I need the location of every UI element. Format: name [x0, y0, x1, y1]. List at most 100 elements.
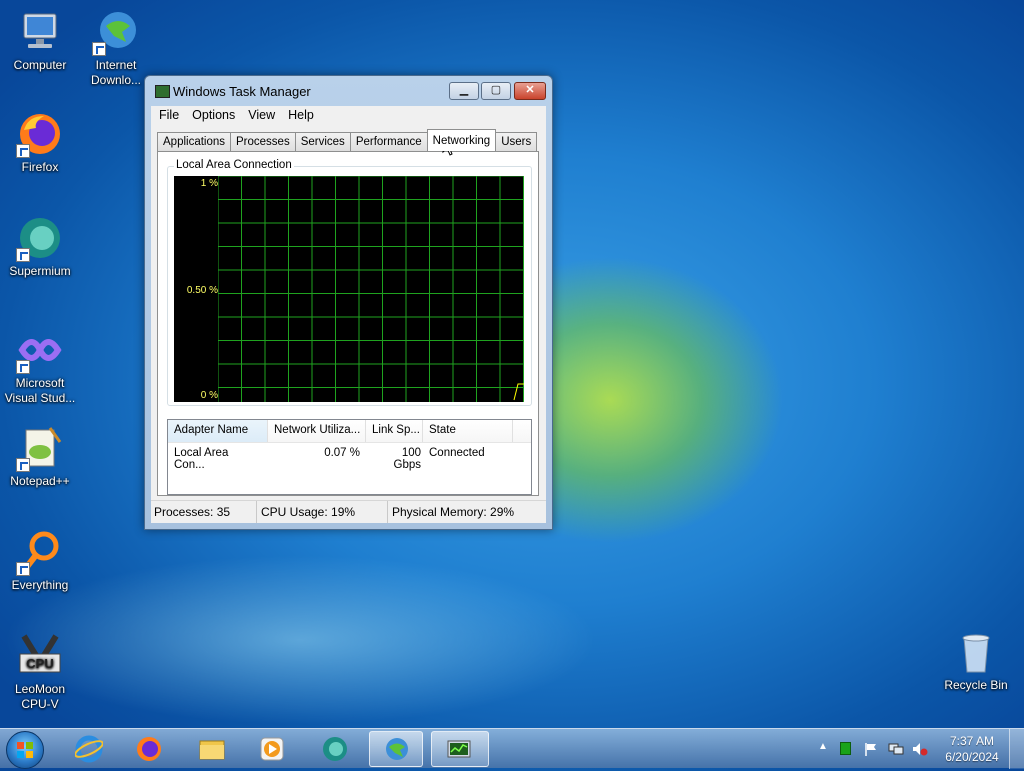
- supermium-icon: [16, 214, 64, 262]
- show-hidden-icons-button[interactable]: ▲: [818, 741, 832, 755]
- desktop-icon-visual-studio[interactable]: Microsoft Visual Stud...: [0, 326, 80, 406]
- tab-performance[interactable]: Performance: [349, 132, 428, 151]
- system-tray: ▲ 7:37 AM 6/20/2024: [804, 729, 1024, 769]
- maximize-button[interactable]: ▢: [481, 82, 511, 100]
- visual-studio-icon: [16, 326, 64, 374]
- file-explorer-icon: [199, 740, 225, 760]
- networking-panel: Local Area Connection 1 % 0.50 % 0 % Ada…: [157, 151, 539, 496]
- taskbar-firefox[interactable]: [122, 731, 176, 767]
- table-row[interactable]: Local Area Con... 0.07 % 100 Gbps Connec…: [168, 443, 531, 471]
- show-desktop-button[interactable]: [1009, 729, 1024, 769]
- media-player-icon: [260, 737, 284, 761]
- network-graph-group: Local Area Connection 1 % 0.50 % 0 %: [167, 159, 532, 406]
- start-button[interactable]: [6, 731, 44, 769]
- status-physical-memory: Physical Memory: 29%: [392, 505, 515, 519]
- volume-muted-icon[interactable]: [912, 742, 928, 756]
- menu-help[interactable]: Help: [282, 106, 321, 125]
- desktop-icon-label: Recycle Bin: [944, 678, 1008, 692]
- shortcut-arrow-icon: [16, 144, 30, 158]
- firefox-icon: [16, 110, 64, 158]
- status-bar: Processes: 35 CPU Usage: 19% Physical Me…: [151, 500, 546, 523]
- minimize-button[interactable]: ▁: [449, 82, 479, 100]
- menu-options[interactable]: Options: [186, 106, 242, 125]
- state-cell: Connected: [429, 447, 485, 459]
- column-state[interactable]: State: [423, 420, 513, 442]
- close-icon: ✕: [525, 84, 535, 96]
- windows-logo-icon: [17, 742, 33, 758]
- desktop-icon-recycle-bin[interactable]: Recycle Bin: [936, 628, 1016, 693]
- notepad-plus-plus-icon: [16, 424, 64, 472]
- adapter-list[interactable]: Adapter Name Network Utiliza... Link Sp.…: [167, 419, 532, 495]
- link-speed-cell: 100 Gbps: [393, 447, 422, 471]
- status-cpu-usage: CPU Usage: 19%: [257, 501, 388, 523]
- y-label-bottom: 0 %: [200, 390, 218, 401]
- shortcut-arrow-icon: [16, 360, 30, 374]
- tab-processes[interactable]: Processes: [230, 132, 296, 151]
- column-adapter-name[interactable]: Adapter Name: [168, 420, 268, 442]
- taskbar-media-player[interactable]: [245, 731, 299, 767]
- svg-text:CPU: CPU: [26, 656, 53, 671]
- desktop-icon-label: Firefox: [21, 160, 59, 174]
- action-center-flag-icon[interactable]: [864, 742, 878, 756]
- leomoon-cpu-v-icon: CPU: [16, 632, 64, 680]
- taskbar-supermium[interactable]: [308, 731, 362, 767]
- desktop-icon-supermium[interactable]: Supermium: [0, 214, 80, 279]
- taskbar-file-explorer[interactable]: [185, 731, 239, 767]
- internet-explorer-icon: [75, 735, 103, 763]
- minimize-icon: ▁: [459, 84, 469, 96]
- desktop-icon-label: Internet Downlo...: [90, 58, 142, 87]
- network-icon[interactable]: [888, 742, 904, 756]
- desktop-icon-computer[interactable]: Computer: [0, 8, 80, 73]
- graph-plot: [218, 176, 524, 402]
- tab-applications[interactable]: Applications: [157, 132, 232, 151]
- desktop-icon-notepad-plus-plus[interactable]: Notepad++: [0, 424, 80, 489]
- window-title: Windows Task Manager: [173, 84, 311, 99]
- network-utilization-graph: 1 % 0.50 % 0 %: [174, 176, 524, 402]
- network-utilization-cell: 0.07 %: [324, 447, 360, 459]
- internet-download-manager-icon: [386, 738, 408, 760]
- tab-services[interactable]: Services: [294, 132, 351, 151]
- tab-networking[interactable]: Networking: [426, 129, 497, 151]
- title-bar[interactable]: Windows Task Manager ▁ ▢ ✕: [145, 76, 552, 106]
- menu-file[interactable]: File: [153, 106, 186, 125]
- recycle-bin-icon: [952, 628, 1000, 676]
- task-manager-icon: [447, 740, 471, 758]
- taskbar-internet-explorer[interactable]: [62, 731, 116, 767]
- column-filler: [513, 420, 531, 442]
- menu-view[interactable]: View: [242, 106, 282, 125]
- desktop-icon-label: Computer: [13, 58, 67, 72]
- taskbar-task-manager[interactable]: [431, 731, 489, 767]
- adapter-name-cell: Local Area Con...: [174, 447, 229, 471]
- clock-date: 6/20/2024: [945, 750, 999, 764]
- tab-users[interactable]: Users: [495, 132, 538, 151]
- desktop-icon-leomoon-cpu-v[interactable]: CPU LeoMoon CPU-V: [0, 632, 80, 712]
- computer-icon: [16, 8, 64, 56]
- y-label-top: 1 %: [200, 178, 218, 189]
- shortcut-arrow-icon: [92, 42, 106, 56]
- clock-time: 7:37 AM: [949, 734, 995, 748]
- maximize-icon: ▢: [490, 84, 502, 96]
- column-network-utilization[interactable]: Network Utiliza...: [268, 420, 366, 442]
- desktop-icon-internet-download-manager[interactable]: Internet Downlo...: [76, 8, 156, 88]
- desktop-icon-label: Microsoft Visual Stud...: [4, 376, 76, 405]
- close-button[interactable]: ✕: [514, 82, 546, 100]
- tab-strip: Applications Processes Services Performa…: [157, 129, 538, 151]
- firefox-icon: [137, 737, 161, 761]
- taskbar: ▲ 7:37 AM 6/20/2024: [0, 728, 1024, 769]
- window-client: File Options View Help Applications Proc…: [151, 106, 546, 523]
- task-manager-window[interactable]: Windows Task Manager ▁ ▢ ✕ File Options …: [144, 75, 553, 530]
- desktop-icon-label: LeoMoon CPU-V: [14, 682, 66, 711]
- y-label-middle: 0.50 %: [186, 285, 218, 296]
- shortcut-arrow-icon: [16, 458, 30, 472]
- internet-download-manager-icon: [92, 8, 140, 56]
- column-link-speed[interactable]: Link Sp...: [366, 420, 423, 442]
- taskbar-internet-download-manager[interactable]: [369, 731, 423, 767]
- graph-utilization-line: [513, 383, 524, 401]
- supermium-icon: [323, 737, 347, 761]
- green-status-icon[interactable]: [840, 742, 851, 755]
- shortcut-arrow-icon: [16, 248, 30, 262]
- desktop-icon-everything[interactable]: Everything: [0, 528, 80, 593]
- system-clock[interactable]: 7:37 AM 6/20/2024: [942, 733, 1002, 765]
- desktop-icon-label: Everything: [11, 578, 69, 592]
- desktop-icon-firefox[interactable]: Firefox: [0, 110, 80, 175]
